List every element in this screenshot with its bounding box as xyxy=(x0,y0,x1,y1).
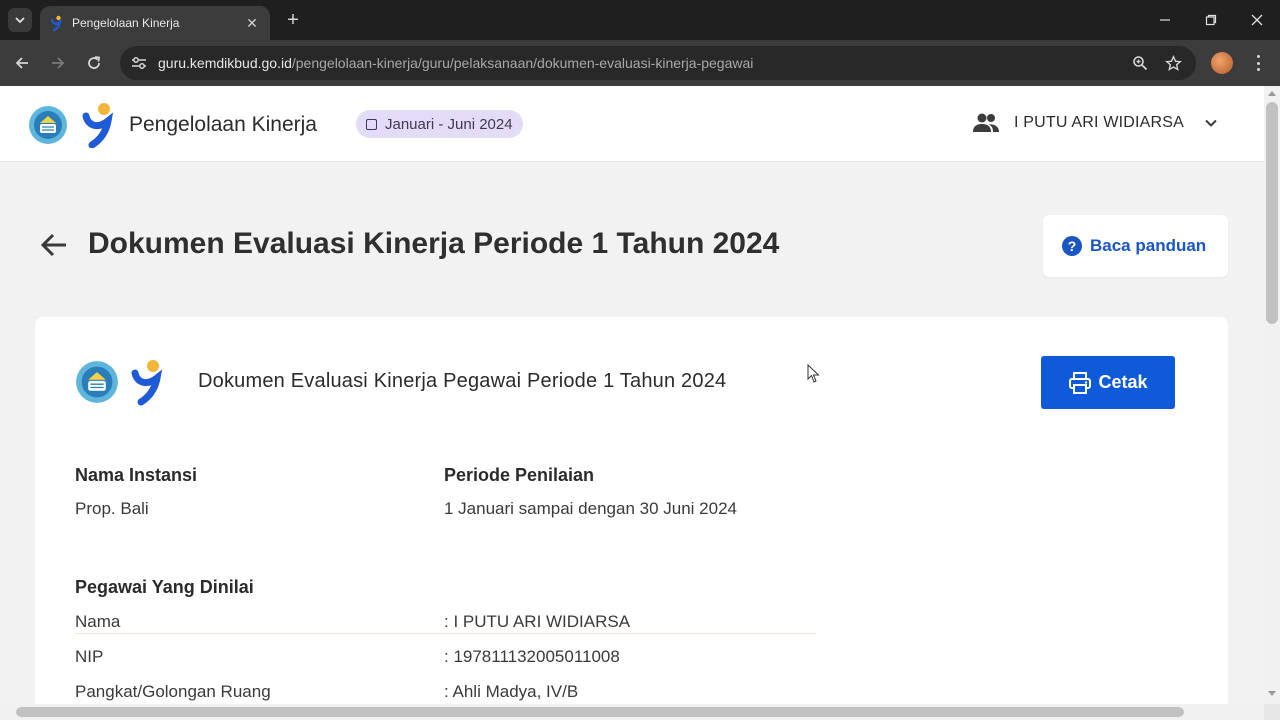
merdeka-mengajar-logo xyxy=(131,360,163,406)
scroll-up-icon[interactable] xyxy=(1268,91,1276,96)
instansi-label: Nama Instansi xyxy=(75,465,198,485)
period-badge-label: Januari - Juni 2024 xyxy=(385,115,513,133)
user-name: I PUTU ARI WIDIARSA xyxy=(1014,114,1185,131)
url-text: guru.kemdikbud.go.id/pengelolaan-kinerja… xyxy=(158,55,753,71)
favicon-icon xyxy=(50,15,63,31)
users-icon xyxy=(973,113,999,132)
reload-icon[interactable] xyxy=(83,52,105,74)
back-arrow-icon[interactable] xyxy=(38,229,70,261)
periode-label: Periode Penilaian xyxy=(444,465,595,485)
horizontal-scroll-thumb[interactable] xyxy=(16,707,1184,717)
forward-icon[interactable] xyxy=(47,52,69,74)
mouse-cursor-icon xyxy=(807,364,820,383)
address-bar[interactable]: guru.kemdikbud.go.id/pengelolaan-kinerja… xyxy=(120,46,1196,80)
bookmark-star-icon[interactable] xyxy=(1163,53,1183,73)
minimize-icon[interactable] xyxy=(1155,10,1175,30)
chevron-down-icon xyxy=(15,17,25,24)
tut-wuri-handayani-logo xyxy=(76,361,118,403)
section-divider xyxy=(75,633,816,634)
browser-tab-bar: Pengelolaan Kinerja ✕ + xyxy=(0,0,1280,40)
tab-list-button[interactable] xyxy=(8,8,32,32)
guide-button[interactable]: ? Baca panduan xyxy=(1043,215,1228,277)
help-icon: ? xyxy=(1062,236,1082,256)
scroll-down-icon[interactable] xyxy=(1268,691,1276,696)
tab-close-icon[interactable]: ✕ xyxy=(244,15,260,32)
back-icon[interactable] xyxy=(11,52,33,74)
restore-icon[interactable] xyxy=(1201,10,1221,30)
page-title: Dokumen Evaluasi Kinerja Periode 1 Tahun… xyxy=(88,227,780,260)
app-title: Pengelolaan Kinerja xyxy=(129,113,317,136)
browser-tab[interactable]: Pengelolaan Kinerja ✕ xyxy=(40,6,270,40)
tab-title: Pengelolaan Kinerja xyxy=(72,16,180,30)
horizontal-scrollbar[interactable] xyxy=(0,704,1264,720)
field-value: : Ahli Madya, IV/B xyxy=(444,682,579,701)
pegawai-heading: Pegawai Yang Dinilai xyxy=(75,577,254,597)
instansi-value: Prop. Bali xyxy=(75,499,149,518)
vertical-scroll-thumb[interactable] xyxy=(1266,102,1278,324)
browser-menu-icon[interactable] xyxy=(1250,53,1266,73)
merdeka-mengajar-logo xyxy=(82,103,114,148)
guide-button-label: Baca panduan xyxy=(1090,236,1207,255)
profile-avatar[interactable] xyxy=(1211,52,1233,74)
print-button-label: Cetak xyxy=(1098,372,1148,392)
url-path: /pengelolaan-kinerja/guru/pelaksanaan/do… xyxy=(291,55,754,71)
calendar-icon xyxy=(366,118,377,130)
document-title: Dokumen Evaluasi Kinerja Pegawai Periode… xyxy=(198,370,727,392)
user-menu[interactable]: I PUTU ARI WIDIARSA xyxy=(972,112,1218,134)
new-tab-button[interactable]: + xyxy=(282,9,304,31)
app-header: Pengelolaan Kinerja Januari - Juni 2024 … xyxy=(0,86,1264,162)
field-label: NIP xyxy=(75,647,104,666)
zoom-icon[interactable] xyxy=(1130,53,1150,73)
field-label: Nama xyxy=(75,612,121,631)
periode-value: 1 Januari sampai dengan 30 Juni 2024 xyxy=(444,499,737,518)
page-viewport: Pengelolaan Kinerja Januari - Juni 2024 … xyxy=(0,86,1264,704)
browser-toolbar: guru.kemdikbud.go.id/pengelolaan-kinerja… xyxy=(0,40,1280,86)
printer-icon xyxy=(1069,371,1092,394)
field-value: : 197811132005011008 xyxy=(444,647,620,666)
period-badge[interactable]: Januari - Juni 2024 xyxy=(356,110,523,138)
field-label: Pangkat/Golongan Ruang xyxy=(75,682,271,701)
chevron-down-icon xyxy=(1205,119,1217,127)
site-settings-icon[interactable] xyxy=(130,54,148,72)
url-host: guru.kemdikbud.go.id xyxy=(158,55,292,71)
field-value: : I PUTU ARI WIDIARSA xyxy=(444,612,631,631)
scrollbar-corner xyxy=(1264,704,1280,720)
print-button[interactable]: Cetak xyxy=(1041,356,1175,409)
tut-wuri-handayani-logo xyxy=(29,106,67,144)
vertical-scrollbar[interactable] xyxy=(1264,86,1280,704)
close-window-icon[interactable] xyxy=(1247,10,1267,30)
document-card: Dokumen Evaluasi Kinerja Pegawai Periode… xyxy=(35,317,1228,704)
